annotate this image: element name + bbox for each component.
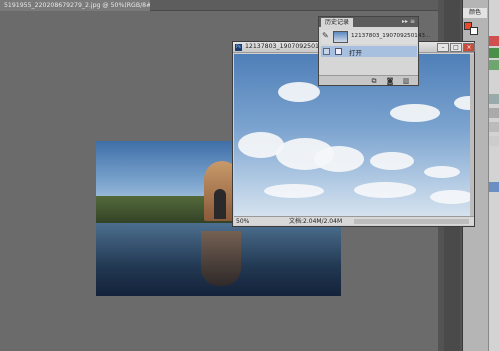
cloud [390,104,440,122]
background-color-swatch[interactable] [470,27,478,35]
document-size-info[interactable]: 文档:2.04M/2.04M [289,217,342,226]
cloud [430,190,474,204]
cloud [354,182,416,198]
cloud [278,82,320,102]
color-panel-tab[interactable]: 颜色 [463,8,487,18]
document-tab[interactable]: 5191955_220208679279_2.jpg @ 50%(RGB/8#) [0,0,150,11]
panel-button-icon[interactable] [489,36,499,46]
cloud [314,146,364,172]
cloud [370,152,414,170]
panel-button-icon[interactable] [489,122,499,132]
panel-button-icon[interactable] [489,48,499,58]
cloud [264,184,324,198]
history-panel-header[interactable]: 历史记录 ▸▸ ≡ [319,17,418,27]
window-status-bar: 50% 文档:2.04M/2.04M [234,216,474,225]
vertical-scrollbar[interactable] [470,54,474,218]
camera-snapshot-icon[interactable]: ◙ [386,77,394,85]
open-document-icon [335,48,342,55]
horizontal-scrollbar[interactable] [354,219,469,224]
document-tab-bar: 5191955_220208679279_2.jpg @ 50%(RGB/8#) [0,0,438,11]
panel-button-icon[interactable] [489,60,499,70]
photo-arch [214,189,226,219]
panel-button-icon[interactable] [489,108,499,118]
maximize-button[interactable]: □ [450,43,462,52]
history-brush-source-icon[interactable]: ✎ [322,32,330,40]
panel-button-icon[interactable] [489,94,499,104]
history-panel-footer: ⧉ ◙ ▥ [319,75,418,85]
history-state-label: 打开 [349,49,362,57]
trash-icon[interactable]: ▥ [402,77,410,85]
panel-menu-icon[interactable]: ▸▸ ≡ [402,17,415,27]
cloud [424,166,460,178]
history-brush-checkbox[interactable] [323,48,330,55]
photo-reflection [201,231,241,286]
close-button[interactable]: × [463,43,475,52]
history-tab[interactable]: 历史记录 [321,18,354,27]
snapshot-label: 12137803_190709250143... [351,33,431,39]
zoom-level[interactable]: 50% [236,217,249,226]
history-panel: 历史记录 ▸▸ ≡ ✎ 12137803_190709250143... 打开 … [318,16,430,86]
panel-button-icon[interactable] [489,136,499,146]
minimize-button[interactable]: – [437,43,449,52]
history-snapshot[interactable]: ✎ 12137803_190709250143... [321,30,430,44]
history-state-open[interactable]: 打开 [321,46,417,57]
panel-button-icon[interactable] [489,182,499,192]
photoshop-doc-icon: Ps [235,44,242,51]
new-document-from-state-icon[interactable]: ⧉ [370,77,378,85]
snapshot-thumbnail [333,31,348,43]
